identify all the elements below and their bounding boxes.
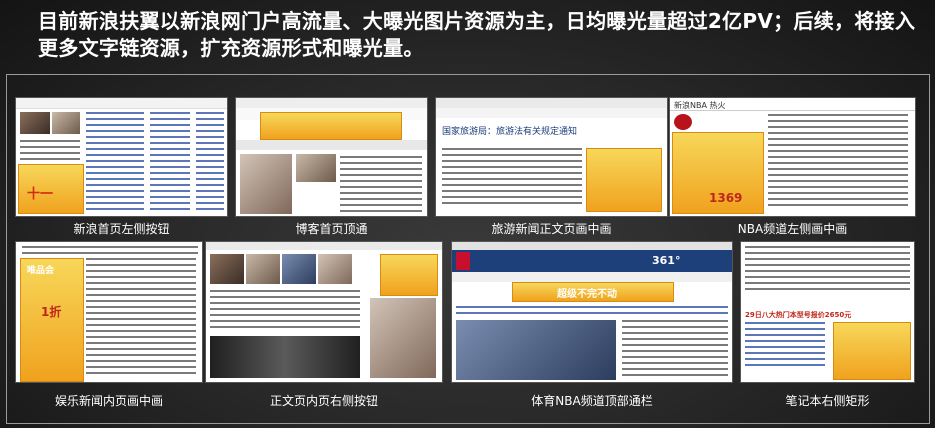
thumbnail-notebook: 29日八大热门本型号报价2650元 <box>741 242 914 382</box>
thumbnail-blog-homepage <box>236 98 427 216</box>
highlight-ad-button <box>380 254 438 296</box>
highlight-ad-pip <box>586 148 662 212</box>
headline: 国家旅游局：旅游法有关规定通知 <box>442 127 578 137</box>
ad-number: 1369 <box>709 191 743 205</box>
caption: 博客首页顶通 <box>295 222 368 236</box>
page-title: 目前新浪扶翼以新浪网门户高流量、大曝光图片资源为主，日均曝光量超过2亿PV；后续… <box>38 9 916 60</box>
highlight-ad-pip: 1369 <box>672 132 764 214</box>
thumbnail-sina-homepage: 十一 <box>16 98 227 216</box>
caption: 新浪首页左侧按钮 <box>73 222 170 236</box>
caption: 娱乐新闻内页画中画 <box>54 394 163 408</box>
thumbnail-travel-article: 国家旅游局：旅游法有关规定通知 <box>436 98 667 216</box>
caption: NBA频道左侧画中画 <box>737 222 848 236</box>
thumbnail-sports-nba: 361° 超级不完不动 <box>452 242 732 382</box>
highlight-ad-button: 十一 <box>18 164 84 214</box>
notebook-promo: 29日八大热门本型号报价2650元 <box>745 311 852 319</box>
caption: 旅游新闻正文页画中画 <box>491 222 612 236</box>
sports-ad-brand: 361° <box>652 254 681 267</box>
highlight-ad-banner: 超级不完不动 <box>512 282 674 302</box>
thumbnail-nba-channel: 新浪NBA 热火 1369 <box>670 98 915 216</box>
highlight-ad-rect <box>833 322 911 380</box>
caption: 体育NBA频道顶部通栏 <box>531 394 653 408</box>
thumbnail-article-page <box>206 242 442 382</box>
caption: 笔记本右侧矩形 <box>785 394 870 408</box>
ad-price: 1折 <box>41 305 62 319</box>
caption: 正文页内页右侧按钮 <box>269 394 378 408</box>
ad-label: 唯品会 <box>27 266 55 276</box>
highlight-ad-banner <box>260 112 402 140</box>
sports-ad-text: 超级不完不动 <box>557 289 617 300</box>
highlight-ad-pip: 唯品会 1折 <box>20 258 84 382</box>
thumbnail-ent-news: 唯品会 1折 <box>16 242 202 382</box>
